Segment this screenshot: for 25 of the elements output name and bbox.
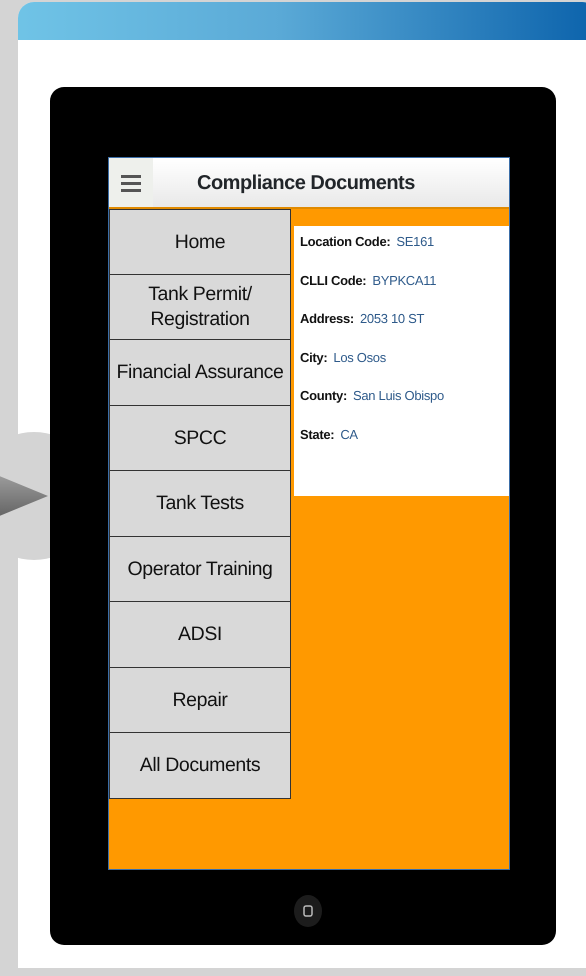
field-value: Los Osos: [333, 350, 386, 364]
menu-item[interactable]: Operator Training: [109, 536, 291, 602]
home-button[interactable]: [294, 895, 322, 927]
menu-item[interactable]: Home: [109, 209, 291, 274]
screen-title: Compliance Documents: [197, 170, 415, 196]
menu-item[interactable]: Financial Assurance: [109, 340, 291, 406]
field-value: 2053 10 ST: [360, 311, 424, 326]
field-label: City:: [300, 350, 328, 364]
menu-item[interactable]: ADSI: [109, 602, 291, 668]
menu-item[interactable]: All Documents: [109, 733, 291, 798]
field-value: BYPKCA11: [372, 272, 436, 288]
field-value: San Luis Obispo: [353, 388, 444, 403]
field-label: Location Code:: [300, 234, 390, 249]
menu-item[interactable]: Repair: [109, 668, 291, 733]
field-value: SE161: [396, 234, 434, 249]
menu-icon[interactable]: [121, 172, 141, 192]
field-label: County:: [300, 388, 347, 403]
menu-item[interactable]: SPCC: [109, 406, 291, 471]
field-label: CLLI Code:: [300, 272, 366, 288]
menu-item[interactable]: Tank Permit/ Registration: [109, 274, 291, 340]
field-label: Address:: [300, 311, 354, 326]
home-square-icon: [303, 905, 313, 917]
field-label: State:: [300, 426, 334, 442]
field-value: CA: [340, 426, 358, 442]
menu-item[interactable]: Tank Tests: [109, 471, 291, 536]
